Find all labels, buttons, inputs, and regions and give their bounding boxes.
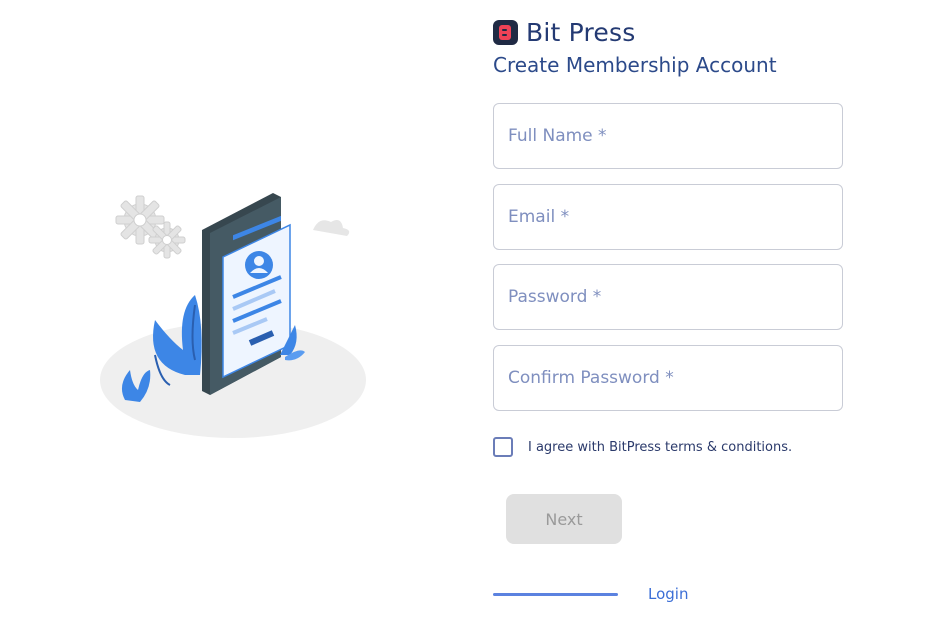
- password-field[interactable]: [493, 264, 843, 330]
- confirm-password-field[interactable]: [493, 345, 843, 411]
- email-input[interactable]: [494, 185, 842, 249]
- page-title: Create Membership Account: [493, 53, 777, 77]
- progress-line: [493, 593, 618, 596]
- confirm-password-input[interactable]: [494, 346, 842, 410]
- mobile-signup-illustration: [95, 185, 375, 445]
- bitpress-logo-icon: [493, 20, 518, 45]
- gear-icon: [148, 221, 186, 259]
- terms-label: I agree with BitPress terms & conditions…: [528, 439, 793, 455]
- full-name-field[interactable]: [493, 103, 843, 169]
- password-input[interactable]: [494, 265, 842, 329]
- login-link[interactable]: Login: [648, 585, 688, 603]
- terms-checkbox[interactable]: [493, 437, 513, 457]
- email-field[interactable]: [493, 184, 843, 250]
- brand: Bit Press: [493, 18, 635, 47]
- brand-name: Bit Press: [526, 18, 636, 47]
- next-button[interactable]: Next: [506, 494, 622, 544]
- cloud-icon: [313, 220, 350, 236]
- full-name-input[interactable]: [494, 104, 842, 168]
- terms-agreement: I agree with BitPress terms & conditions…: [493, 437, 792, 457]
